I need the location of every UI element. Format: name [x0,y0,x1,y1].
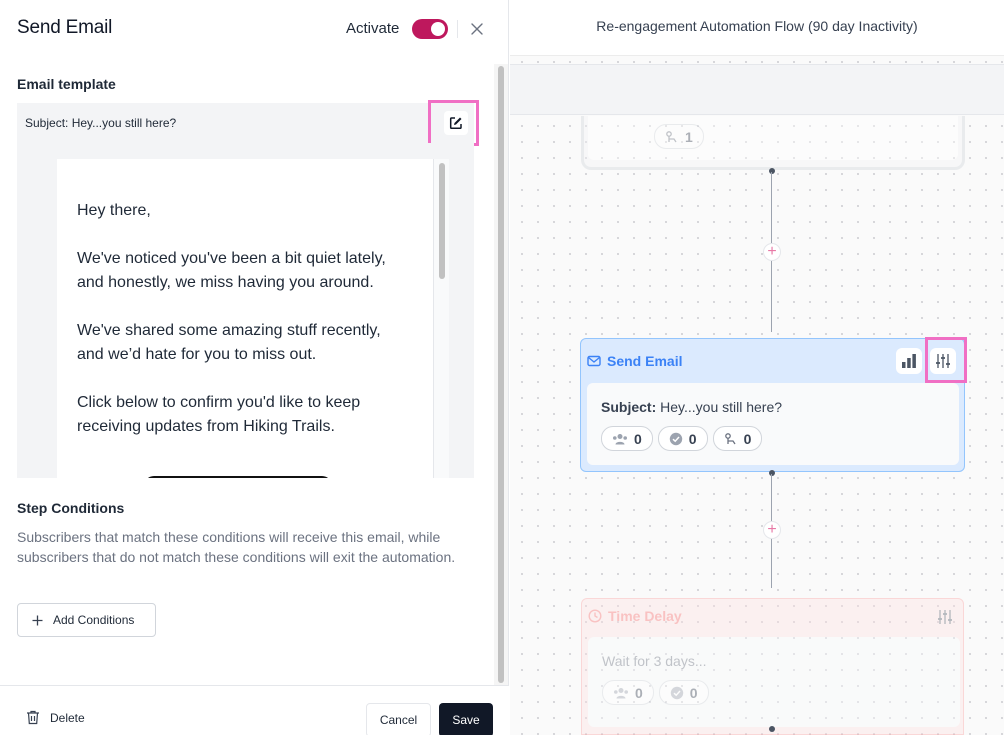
plus-icon [32,615,43,625]
exited-count: 0 [743,430,752,447]
subscribers-count: 0 [635,684,643,701]
add-conditions-label: Add Conditions [53,613,135,627]
stats-button[interactable] [896,348,922,374]
subscribers-chip: 0 [602,680,654,705]
activate-label: Activate [346,20,400,37]
exit-count-chip: 1 [654,124,704,149]
flow-title: Re-engagement Automation Flow (90 day In… [596,18,918,34]
exited-chip: 0 [712,426,763,451]
email-p1-line2: and honestly, we miss having you around. [77,274,374,291]
panel-scroll-thumb[interactable] [498,66,504,683]
wait-text: Wait for 3 days... [602,653,707,669]
email-p2-line1: We've shared some amazing stuff recently… [77,322,381,339]
time-delay-node-title: Time Delay [588,608,682,624]
delete-button[interactable]: Delete [26,710,85,725]
header-divider [457,20,458,38]
connector-dot [769,726,775,732]
email-preview: Hey there, We've noticed you've been a b… [17,143,474,478]
subject-text: Subject: Hey...you still here? [25,116,177,130]
email-template-label: Email template [17,76,116,92]
delay-stats-chips: 0 0 [602,680,709,705]
users-icon [613,433,627,444]
email-p2-line2: and we’d hate for you to miss out. [77,346,317,363]
sliders-icon [938,610,952,624]
time-delay-label: Time Delay [608,608,682,624]
flow-canvas[interactable]: Re-engagement Automation Flow (90 day In… [510,0,1004,735]
cancel-button[interactable]: Cancel [366,703,431,735]
exit-icon [724,432,736,444]
connector-dot [769,168,775,174]
send-email-panel: Send Email Activate Email template Subje… [0,0,509,735]
delay-settings-button[interactable] [934,606,956,628]
email-preview-card: Hey there, We've noticed you've been a b… [57,159,433,478]
email-p1-line1: We've noticed you've been a bit quiet la… [77,250,386,267]
exit-icon [666,130,677,142]
delete-label: Delete [50,710,85,725]
panel-header: Send Email Activate [0,0,509,58]
send-email-node-title: Send Email [587,353,682,369]
subject-bar: Subject: Hey...you still here? [17,103,474,143]
send-email-node[interactable]: Send Email Subject: Hey...you still here… [580,338,965,472]
previous-step-node[interactable]: 1 [581,116,965,170]
completed-chip: 0 [658,680,709,705]
check-circle-icon [670,686,683,699]
send-email-node-body: Subject: Hey...you still here? 0 0 0 [587,383,959,465]
toggle-knob [431,22,445,36]
previous-step-body: 1 [588,116,958,160]
email-paragraph-2: We've shared some amazing stuff recently… [77,319,413,367]
node-subject: Subject: Hey...you still here? [601,399,782,415]
activate-toggle[interactable] [412,19,448,39]
email-p3-line1: Click below to confirm you'd like to kee… [77,394,361,411]
preview-scrollbar[interactable] [433,159,449,478]
subscribers-chip: 0 [601,426,653,451]
time-delay-node-body: Wait for 3 days... 0 0 [588,637,960,727]
time-delay-node[interactable]: Time Delay Wait for 3 days... 0 0 [581,598,964,735]
bar-chart-icon [902,354,916,368]
email-p3-line2: receiving updates from Hiking Trails. [77,418,335,435]
subscribers-count: 0 [634,430,642,447]
step-conditions-label: Step Conditions [17,500,125,516]
completed-count: 0 [688,430,697,447]
email-paragraph-3: Click below to confirm you'd like to kee… [77,391,413,439]
completed-chip: 0 [657,426,708,451]
panel-title: Send Email [17,17,113,38]
mail-icon [587,355,601,367]
check-circle-icon [669,432,682,445]
email-paragraph-1: We've noticed you've been a bit quiet la… [77,247,413,295]
trash-icon [27,710,39,725]
node-stats-chips: 0 0 0 [601,426,763,451]
exit-count: 1 [685,128,693,145]
save-button[interactable]: Save [439,703,493,735]
edit-button-highlight [428,100,479,146]
node-subject-label: Subject: [601,399,657,415]
email-cta-button[interactable] [144,476,332,478]
canvas-title-bar: Re-engagement Automation Flow (90 day In… [510,0,1004,56]
add-step-button[interactable]: + [763,521,781,539]
add-conditions-button[interactable]: Add Conditions [17,603,156,637]
settings-button-highlight [925,337,967,383]
preview-scroll-thumb[interactable] [439,163,445,279]
send-email-node-label: Send Email [607,353,683,369]
add-step-button[interactable]: + [763,243,781,261]
panel-footer: Delete Cancel Save [0,685,509,735]
node-subject-value: Hey...you still here? [660,399,783,415]
canvas-toolbar [510,64,1004,115]
panel-scrollbar[interactable] [494,64,508,685]
email-greeting: Hey there, [77,202,151,219]
step-conditions-description: Subscribers that match these conditions … [17,529,456,565]
close-icon[interactable] [468,20,486,38]
connector-dot [769,470,775,476]
completed-count: 0 [689,684,698,701]
clock-icon [588,609,602,623]
users-icon [614,687,628,698]
